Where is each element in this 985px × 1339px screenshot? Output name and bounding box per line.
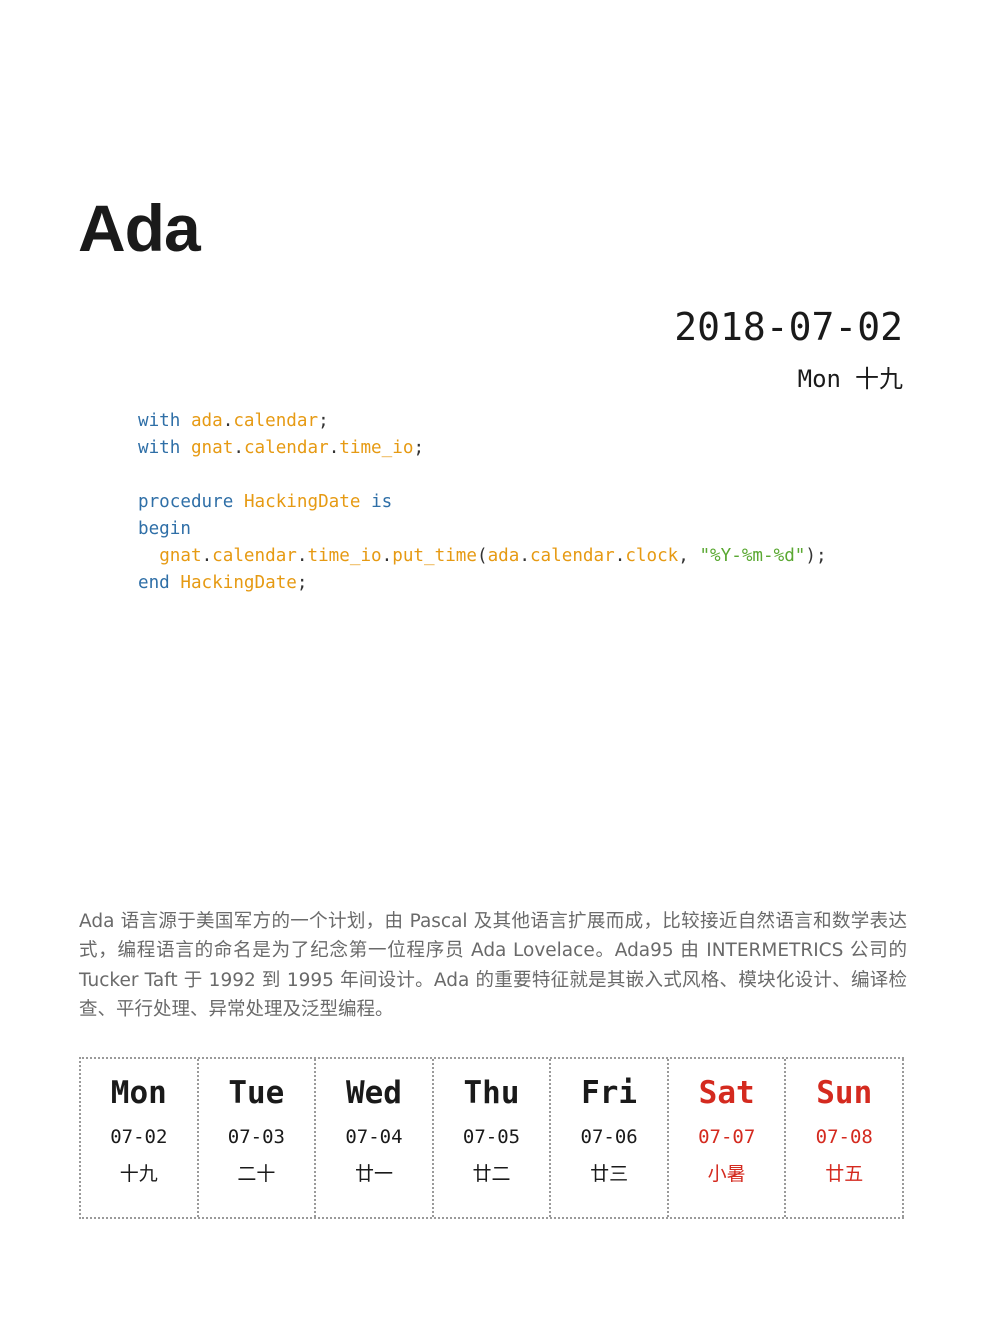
code-line: end HackingDate; <box>138 570 827 597</box>
day-lunar: 廿三 <box>590 1163 629 1185</box>
code-keyword: begin <box>138 519 191 539</box>
day-name: Sat <box>698 1075 755 1111</box>
code-line: with gnat.calendar.time_io; <box>138 435 827 462</box>
current-lunar-day: 十九 <box>855 365 903 393</box>
day-lunar: 小暑 <box>707 1163 746 1185</box>
week-calendar: Mon 07-02 十九 Tue 07-03 二十 Wed 07-04 廿一 Thu 07-05 廿二… <box>79 1057 905 1219</box>
code-identifier: HackingDate <box>243 492 361 512</box>
code-punctuation <box>138 546 159 566</box>
code-punctuation: ; <box>296 573 308 593</box>
code-punctuation: ; <box>318 411 329 431</box>
code-identifier: HackingDate <box>180 573 297 593</box>
day-date: 07-06 <box>580 1126 638 1148</box>
code-identifier: ada <box>190 411 223 431</box>
code-identifier: gnat <box>159 546 202 566</box>
code-keyword: with <box>138 411 181 431</box>
date-subline: Mon 十九 <box>674 362 903 396</box>
code-identifier: ada <box>487 546 520 566</box>
day-name: Thu <box>463 1075 520 1111</box>
current-weekday: Mon <box>797 365 841 393</box>
day-cell-thu: Thu 07-05 廿二 <box>434 1059 552 1217</box>
code-keyword: end <box>138 573 170 593</box>
day-lunar: 二十 <box>237 1163 276 1185</box>
code-line: procedure HackingDate is <box>138 489 827 516</box>
code-identifier: time_io <box>339 438 414 458</box>
code-keyword: with <box>138 438 181 458</box>
current-date: 2018-07-02 <box>674 305 903 349</box>
code-punctuation: . <box>296 546 308 566</box>
code-keyword: is <box>371 492 393 512</box>
code-punctuation <box>180 438 191 458</box>
code-identifier: calendar <box>233 411 319 431</box>
code-snippet: with ada.calendar; with gnat.calendar.tim… <box>138 408 827 597</box>
code-punctuation <box>360 492 371 512</box>
day-cell-fri: Fri 07-06 廿三 <box>551 1059 669 1217</box>
day-name: Mon <box>110 1075 167 1111</box>
code-punctuation: ( <box>477 546 488 566</box>
day-cell-sat: Sat 07-07 小暑 <box>669 1059 787 1217</box>
code-punctuation <box>180 411 191 431</box>
day-date: 07-05 <box>462 1126 521 1148</box>
date-header: 2018-07-02 Mon 十九 <box>674 302 903 396</box>
description-paragraph: Ada 语言源于美国军方的一个计划，由 Pascal 及其他语言扩展而成，比较接… <box>79 911 907 1020</box>
code-line: with ada.calendar; <box>138 408 827 435</box>
code-identifier: put_time <box>392 546 477 566</box>
day-name: Tue <box>228 1075 285 1111</box>
code-punctuation: ; <box>413 438 425 458</box>
code-identifier: time_io <box>307 546 382 566</box>
code-line: begin <box>138 516 827 543</box>
code-keyword: procedure <box>138 492 234 512</box>
code-punctuation: . <box>233 438 244 458</box>
code-punctuation: . <box>328 438 340 458</box>
code-identifier: calendar <box>212 546 297 566</box>
day-name: Sun <box>816 1075 873 1111</box>
code-punctuation: , <box>678 546 700 566</box>
code-punctuation <box>233 492 244 512</box>
code-identifier: calendar <box>529 546 615 566</box>
code-punctuation: . <box>222 411 234 431</box>
day-date: 07-03 <box>227 1126 285 1148</box>
day-date: 07-02 <box>110 1126 168 1148</box>
code-string: "%Y-%m-%d" <box>699 546 806 566</box>
day-date: 07-04 <box>345 1126 403 1148</box>
code-line: gnat.calendar.time_io.put_time(ada.calen… <box>138 543 827 570</box>
day-name: Fri <box>581 1075 638 1111</box>
code-punctuation: . <box>519 546 530 566</box>
code-punctuation <box>170 573 181 593</box>
day-lunar: 廿五 <box>825 1163 864 1185</box>
day-cell-mon: Mon 07-02 十九 <box>81 1059 199 1217</box>
code-punctuation: . <box>381 546 393 566</box>
code-punctuation: . <box>201 546 213 566</box>
day-name: Wed <box>345 1075 402 1111</box>
code-punctuation: . <box>614 546 626 566</box>
day-lunar: 廿一 <box>354 1163 393 1185</box>
code-identifier: clock <box>625 546 679 566</box>
day-lunar: 廿二 <box>472 1163 511 1185</box>
day-date: 07-08 <box>815 1126 873 1148</box>
day-cell-sun: Sun 07-08 廿五 <box>786 1059 905 1217</box>
day-cell-tue: Tue 07-03 二十 <box>199 1059 317 1217</box>
code-identifier: calendar <box>243 438 329 458</box>
code-identifier: gnat <box>190 438 234 458</box>
day-lunar: 十九 <box>119 1163 158 1185</box>
code-punctuation: ); <box>805 546 827 566</box>
day-cell-wed: Wed 07-04 廿一 <box>316 1059 434 1217</box>
day-date: 07-07 <box>698 1126 756 1148</box>
page-title: Ada <box>78 191 201 265</box>
